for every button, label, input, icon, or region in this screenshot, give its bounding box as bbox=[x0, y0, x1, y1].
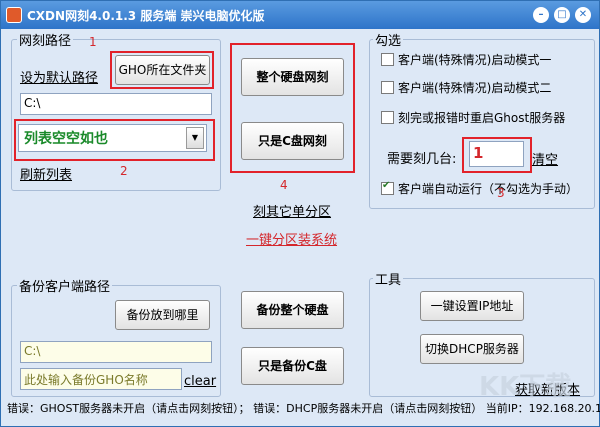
restart-ghost-label: 刻完或报错时重启Ghost服务器 bbox=[398, 111, 566, 125]
maximize-button[interactable]: □ bbox=[554, 7, 570, 23]
gho-folder-button[interactable]: GHO所在文件夹 bbox=[115, 55, 210, 85]
gho-list-value: 列表空空如也 bbox=[24, 131, 108, 147]
backup-name-input[interactable]: 此处输入备份GHO名称 bbox=[20, 368, 182, 390]
checkbox-box[interactable] bbox=[381, 180, 394, 195]
minimize-button[interactable]: – bbox=[533, 7, 549, 23]
backup-whole-disk-button[interactable]: 备份整个硬盘 bbox=[241, 291, 344, 329]
mode1-checkbox[interactable]: 客户端(特殊情况)启动模式一 bbox=[381, 51, 551, 68]
one-click-install-link[interactable]: 一键分区装系统 bbox=[246, 229, 337, 248]
watermark-logo: KK下载 bbox=[479, 372, 572, 402]
title-bar: CXDN网刻4.0.1.3 服务端 崇兴电脑优化版 – □ ✕ bbox=[1, 1, 599, 29]
checkbox-box[interactable] bbox=[381, 81, 394, 94]
auto-run-label: 客户端自动运行（不勾选为手动） bbox=[398, 182, 579, 196]
tools-legend: 工具 bbox=[373, 269, 404, 288]
annotation-2: 2 bbox=[120, 164, 128, 178]
app-window: CXDN网刻4.0.1.3 服务端 崇兴电脑优化版 – □ ✕ 网刻路径 1 设… bbox=[0, 0, 600, 427]
clear-count-link[interactable]: 清空 bbox=[532, 149, 558, 168]
checkbox-box[interactable] bbox=[381, 111, 394, 124]
gho-list-select[interactable]: 列表空空如也 ▼ bbox=[18, 124, 207, 152]
count-input[interactable]: 1 bbox=[469, 141, 524, 167]
backup-legend: 备份客户端路径 bbox=[17, 276, 113, 295]
mode2-checkbox[interactable]: 客户端(特殊情况)启动模式二 bbox=[381, 79, 551, 96]
netpath-legend: 网刻路径 bbox=[17, 30, 74, 49]
annotation-3: 3 bbox=[497, 186, 505, 200]
app-icon bbox=[6, 7, 22, 23]
toggle-dhcp-button[interactable]: 切换DHCP服务器 bbox=[420, 334, 524, 364]
backup-clear-link[interactable]: clear bbox=[184, 374, 216, 389]
backup-c-drive-button[interactable]: 只是备份C盘 bbox=[241, 347, 344, 385]
backup-location-button[interactable]: 备份放到哪里 bbox=[115, 300, 210, 330]
set-ip-button[interactable]: 一键设置IP地址 bbox=[420, 291, 524, 321]
status-bar-text: 错误：GHOST服务器未开启（请点击网刻按钮）； 错误：DHCP服务器未开启（请… bbox=[7, 402, 600, 415]
mode2-label: 客户端(特殊情况)启动模式二 bbox=[398, 81, 552, 95]
whole-disk-netclone-button[interactable]: 整个硬盘网刻 bbox=[241, 58, 344, 96]
c-drive-netclone-button[interactable]: 只是C盘网刻 bbox=[241, 122, 344, 160]
auto-run-checkbox[interactable]: 客户端自动运行（不勾选为手动） bbox=[381, 180, 581, 197]
netpath-input[interactable]: C:\ bbox=[20, 93, 212, 115]
options-legend: 勾选 bbox=[373, 30, 404, 49]
annotation-4: 4 bbox=[280, 178, 288, 192]
refresh-list-link[interactable]: 刷新列表 bbox=[20, 164, 72, 183]
close-button[interactable]: ✕ bbox=[575, 7, 591, 23]
chevron-down-icon[interactable]: ▼ bbox=[186, 127, 204, 149]
set-default-path-link[interactable]: 设为默认路径 bbox=[20, 67, 98, 86]
mode1-label: 客户端(特殊情况)启动模式一 bbox=[398, 53, 552, 67]
backup-path-input[interactable]: C:\ bbox=[20, 341, 212, 363]
other-partition-link[interactable]: 刻其它单分区 bbox=[253, 201, 331, 220]
restart-ghost-checkbox[interactable]: 刻完或报错时重启Ghost服务器 bbox=[381, 109, 565, 126]
annotation-1: 1 bbox=[89, 35, 97, 49]
count-label: 需要刻几台: bbox=[387, 152, 457, 167]
window-title: CXDN网刻4.0.1.3 服务端 崇兴电脑优化版 bbox=[27, 9, 265, 23]
checkbox-box[interactable] bbox=[381, 53, 394, 66]
